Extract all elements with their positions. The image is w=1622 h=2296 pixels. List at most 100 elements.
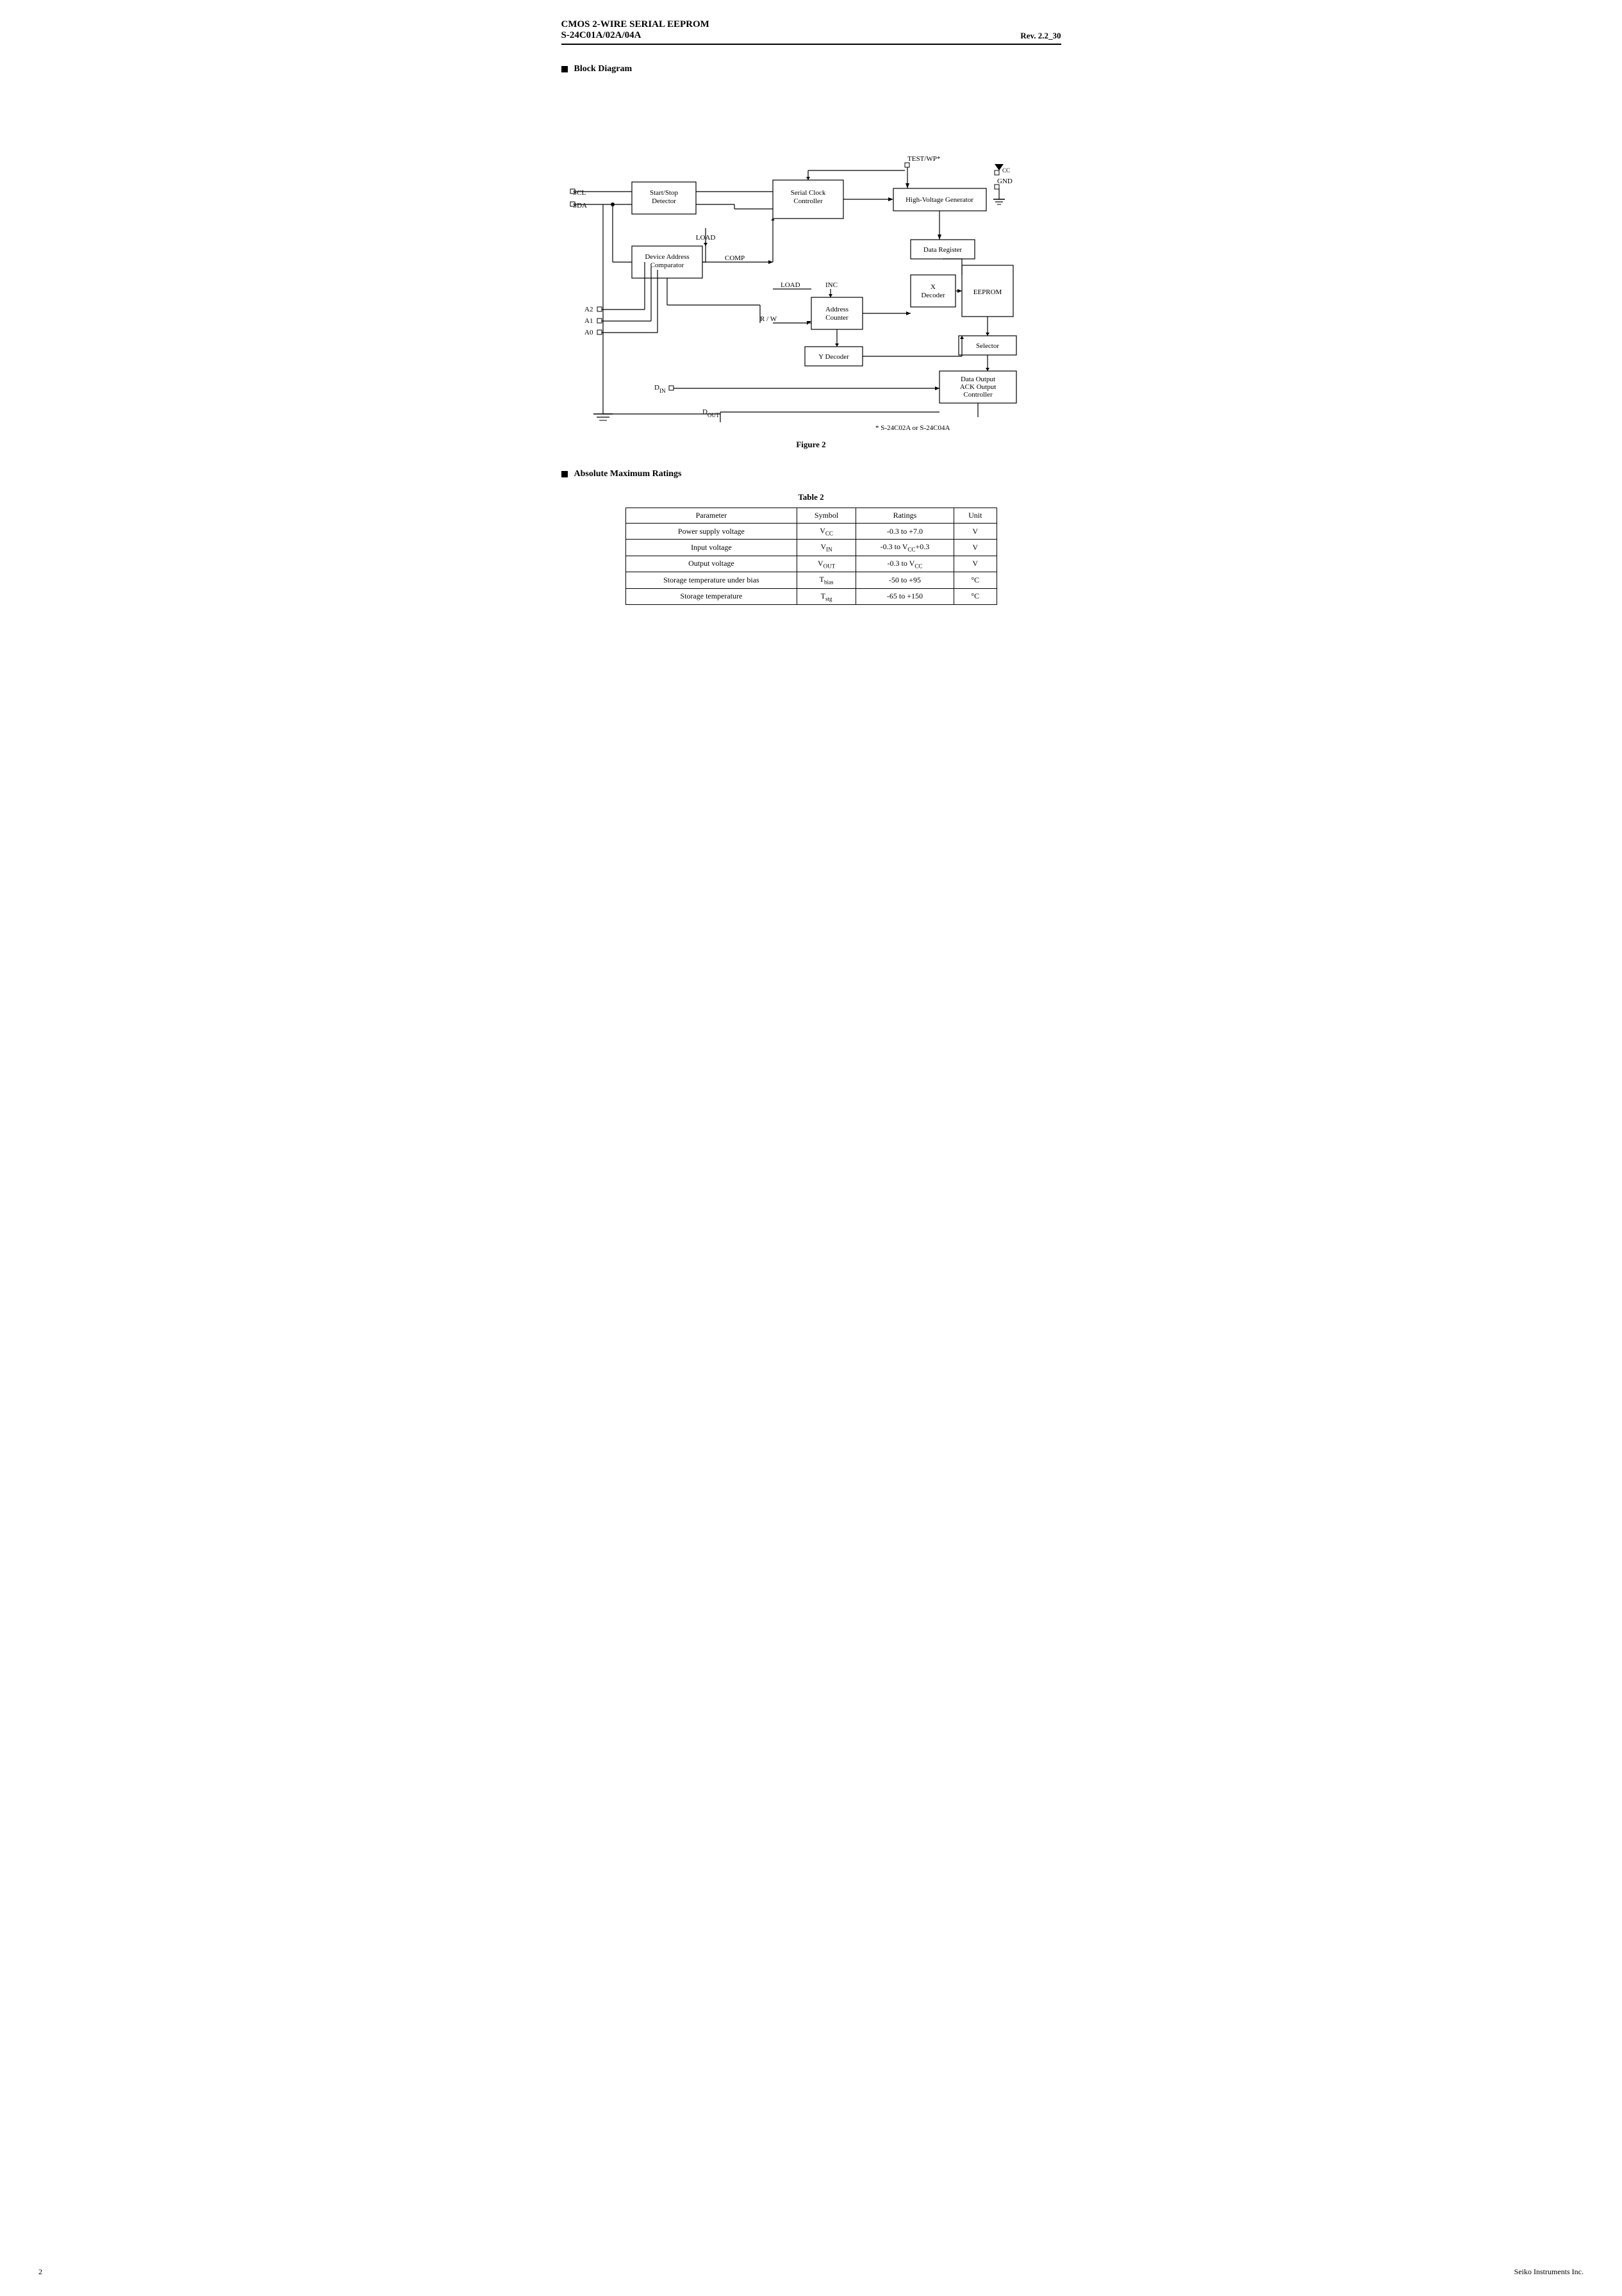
- a2-pin: [597, 307, 602, 311]
- gnd-label: GND: [997, 178, 1013, 185]
- table-row: Storage temperature under bias Tbias -50…: [625, 572, 997, 588]
- title-line1: CMOS 2-WIRE SERIAL EEPROM: [561, 19, 709, 30]
- table-title: Table 2: [561, 492, 1061, 502]
- param-vout: Output voltage: [625, 556, 797, 572]
- rat-vin: -0.3 to VCC+0.3: [856, 540, 954, 556]
- page-number: 2: [38, 2267, 42, 2277]
- unit-psu: V: [954, 524, 997, 540]
- scc-text2: Controller: [793, 197, 823, 205]
- unit-vin: V: [954, 540, 997, 556]
- block-diagram-heading: Block Diagram: [561, 64, 1061, 74]
- header-title: CMOS 2-WIRE SERIAL EEPROM S-24C01A/02A/0…: [561, 19, 709, 41]
- a1-label: A1: [584, 317, 593, 325]
- inc-arrow: [829, 294, 832, 297]
- vcc-pin: [995, 170, 999, 175]
- comp-label: COMP: [725, 254, 745, 262]
- param-psu: Power supply voltage: [625, 524, 797, 540]
- block-diagram-svg: SCL SDA Start/Stop Detector Serial Clock…: [561, 87, 1061, 433]
- ratings-table: Parameter Symbol Ratings Unit Power supp…: [625, 508, 997, 605]
- ac-text1: Address: [825, 306, 848, 313]
- hvg-text: High-Voltage Generator: [906, 196, 973, 204]
- sym-vout: VOUT: [797, 556, 856, 572]
- yd-to-sel-arrow: [960, 336, 964, 339]
- ac-text2: Counter: [825, 314, 848, 322]
- din-pin: [669, 386, 674, 390]
- unit-vout: V: [954, 556, 997, 572]
- col-symbol: Symbol: [797, 508, 856, 524]
- table-row: Output voltage VOUT -0.3 to VCC V: [625, 556, 997, 572]
- sda-junction: [611, 202, 615, 206]
- ac-to-xd-arrow: [906, 311, 911, 315]
- param-vin: Input voltage: [625, 540, 797, 556]
- sel-to-doa-arrow: [986, 368, 989, 371]
- eeprom-text: EEPROM: [973, 288, 1002, 296]
- abs-max-heading: Absolute Maximum Ratings: [561, 469, 1061, 479]
- ac-to-yd-arrow: [835, 343, 839, 347]
- sym-psu: VCC: [797, 524, 856, 540]
- sym-tstg: Tstg: [797, 588, 856, 604]
- header-revision: Rev. 2.2_30: [1020, 31, 1061, 41]
- top-to-scc-arrow: [806, 177, 810, 180]
- scc-text1: Serial Clock: [790, 189, 825, 197]
- yd-text: Y Decoder: [818, 353, 849, 361]
- test-label: TEST/WP*: [907, 155, 940, 163]
- comp-arrow: [768, 260, 773, 264]
- unit-tstg: °C: [954, 588, 997, 604]
- scc-to-hvg-arrow: [888, 197, 893, 201]
- a0-label: A0: [584, 329, 593, 336]
- param-tstg: Storage temperature: [625, 588, 797, 604]
- title-line2: S-24C01A/02A/04A: [561, 30, 709, 41]
- col-parameter: Parameter: [625, 508, 797, 524]
- figure-label: Figure 2: [561, 440, 1061, 450]
- test-arrow: [906, 183, 909, 188]
- doa-text2: ACK Output: [959, 383, 996, 391]
- rat-vout: -0.3 to VCC: [856, 556, 954, 572]
- dac-text1: Device Address: [645, 253, 689, 261]
- col-ratings: Ratings: [856, 508, 954, 524]
- footnote: * S-24C02A or S-24C04A: [875, 424, 950, 432]
- a1-pin: [597, 318, 602, 323]
- table-row: Input voltage VIN -0.3 to VCC+0.3 V: [625, 540, 997, 556]
- hvg-to-dr-arrow: [938, 235, 941, 240]
- sym-tbias: Tbias: [797, 572, 856, 588]
- a2-label: A2: [584, 306, 593, 313]
- table-row: Power supply voltage VCC -0.3 to +7.0 V: [625, 524, 997, 540]
- a0-pin: [597, 330, 602, 334]
- inc-label: INC: [825, 281, 838, 289]
- unit-tbias: °C: [954, 572, 997, 588]
- abs-max-label: Absolute Maximum Ratings: [574, 469, 682, 479]
- page-footer: 2 Seiko Instruments Inc.: [0, 2267, 1622, 2277]
- rat-psu: -0.3 to +7.0: [856, 524, 954, 540]
- gnd-pin: [995, 185, 999, 189]
- bullet-icon-2: [561, 471, 568, 477]
- dr-text: Data Register: [923, 246, 962, 254]
- doa-text1: Data Output: [960, 376, 995, 383]
- rat-tstg: -65 to +150: [856, 588, 954, 604]
- page-header: CMOS 2-WIRE SERIAL EEPROM S-24C01A/02A/0…: [561, 19, 1061, 45]
- param-tbias: Storage temperature under bias: [625, 572, 797, 588]
- bullet-icon: [561, 66, 568, 72]
- table-row: Storage temperature Tstg -65 to +150 °C: [625, 588, 997, 604]
- section-label: Block Diagram: [574, 64, 633, 74]
- ac-box: [811, 297, 863, 329]
- test-pin: [905, 163, 909, 167]
- dout-label: DOUT: [702, 408, 720, 418]
- col-unit: Unit: [954, 508, 997, 524]
- xd-to-eeprom-arrow: [957, 289, 962, 293]
- din-arrow: [935, 386, 939, 390]
- xd-box: [911, 275, 956, 307]
- sym-vin: VIN: [797, 540, 856, 556]
- xd-text1: X: [931, 283, 936, 291]
- block-diagram: SCL SDA Start/Stop Detector Serial Clock…: [561, 87, 1061, 433]
- load-label2: LOAD: [781, 281, 800, 289]
- start-stop-text1: Start/Stop: [649, 189, 678, 197]
- doa-text3: Controller: [963, 391, 993, 399]
- eeprom-to-sel-arrow: [986, 333, 989, 336]
- xd-text2: Decoder: [921, 292, 945, 299]
- din-label: DIN: [654, 384, 666, 394]
- dac-text2: Comparator: [650, 261, 684, 269]
- company-name: Seiko Instruments Inc.: [1514, 2267, 1584, 2277]
- rw-label: R / W: [760, 315, 777, 323]
- start-stop-text2: Detector: [652, 197, 676, 205]
- sel-text: Selector: [975, 342, 998, 350]
